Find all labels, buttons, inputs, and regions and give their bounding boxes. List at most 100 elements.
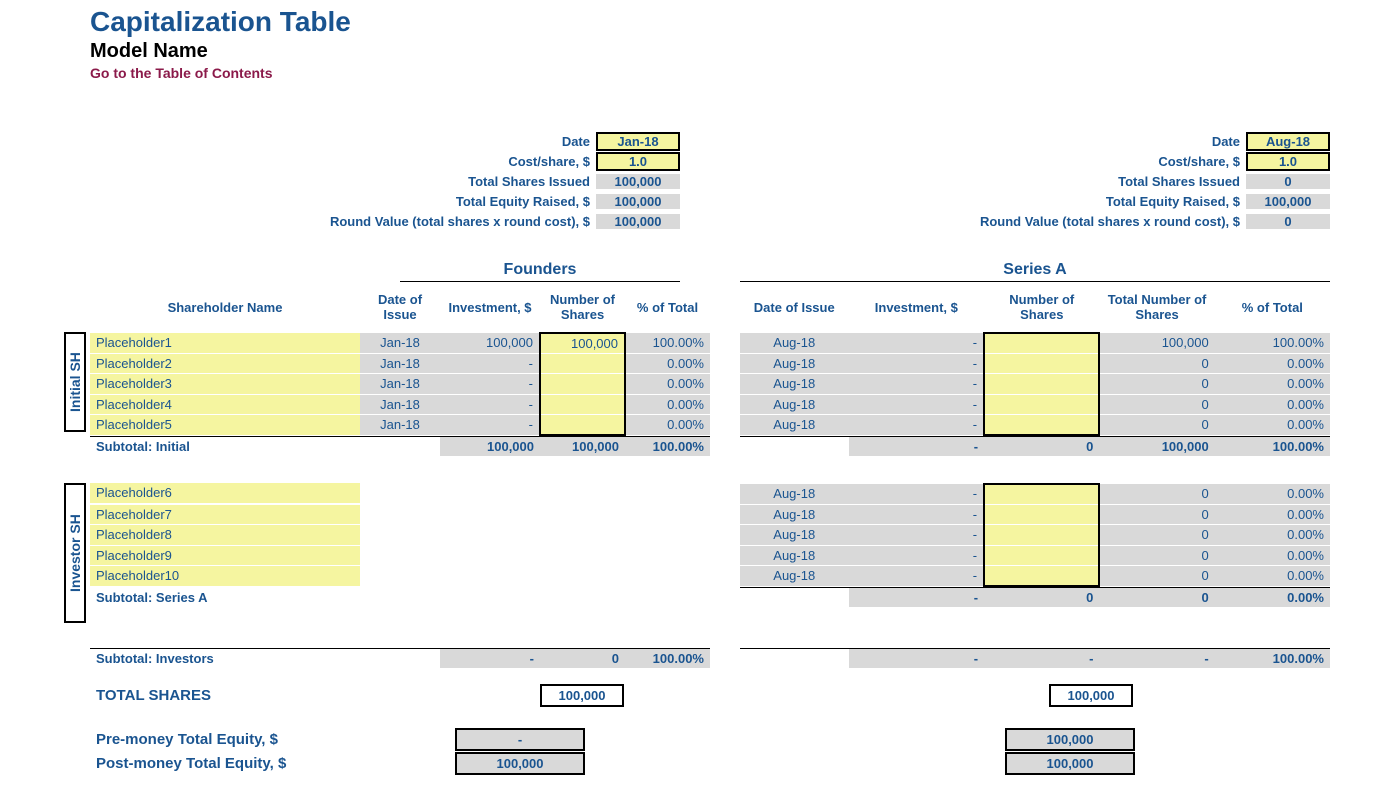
shareholder-name-input[interactable]: Placeholder7 xyxy=(90,505,360,525)
subtotal-value: 100.00% xyxy=(625,437,710,457)
equity-label: Total Equity Raised, $ xyxy=(740,194,1246,209)
date-cell: Aug-18 xyxy=(740,415,849,435)
shareholder-name-input[interactable]: Placeholder5 xyxy=(90,415,360,435)
date-cell: Jan-18 xyxy=(360,415,440,435)
founders-cost-input[interactable]: 1.0 xyxy=(596,152,680,171)
shareholder-name-input[interactable]: Placeholder6 xyxy=(90,483,360,503)
col-investment: Investment, $ xyxy=(849,282,985,332)
investment-cell: - xyxy=(849,566,985,586)
toc-link[interactable]: Go to the Table of Contents xyxy=(90,65,1376,81)
shares-label: Total Shares Issued xyxy=(90,174,596,189)
pct-cell: 0.00% xyxy=(1215,484,1330,504)
pct-cell: 0.00% xyxy=(1215,354,1330,374)
page-title: Capitalization Table xyxy=(90,6,1376,38)
col-pct: % of Total xyxy=(1215,282,1330,332)
col-pct: % of Total xyxy=(625,282,710,332)
investment-cell: - xyxy=(849,354,985,374)
shareholder-name-input[interactable]: Placeholder10 xyxy=(90,566,360,586)
subtotal-seriesa-label: Subtotal: Series A xyxy=(90,587,360,607)
numshares-input[interactable] xyxy=(540,395,625,415)
subtotal-value: 100,000 xyxy=(540,437,625,457)
col-investment: Investment, $ xyxy=(440,282,540,332)
seriesa-cost-input[interactable]: 1.0 xyxy=(1246,152,1330,171)
investment-cell: - xyxy=(849,505,985,525)
numshares-input[interactable] xyxy=(984,525,1099,545)
investment-cell: - xyxy=(849,374,985,394)
col-numshares: Number of Shares xyxy=(984,282,1099,332)
totalshares-cell: 0 xyxy=(1099,374,1214,394)
subtotal-value: 100.00% xyxy=(1215,649,1330,669)
numshares-input[interactable] xyxy=(540,374,625,394)
date-cell: Aug-18 xyxy=(740,333,849,353)
founders-summary: DateJan-18 Cost/share, $1.0 Total Shares… xyxy=(90,131,680,231)
shareholder-name-input[interactable]: Placeholder1 xyxy=(90,333,360,353)
numshares-input[interactable] xyxy=(984,374,1099,394)
date-label: Date xyxy=(90,134,596,149)
date-cell: Aug-18 xyxy=(740,566,849,586)
subtotal-value: 100.00% xyxy=(625,649,710,669)
roundval-label: Round Value (total shares x round cost),… xyxy=(740,214,1246,229)
totalshares-cell: 0 xyxy=(1099,354,1214,374)
numshares-input[interactable] xyxy=(984,546,1099,566)
totalshares-cell: 0 xyxy=(1099,566,1214,586)
pct-cell: 0.00% xyxy=(1215,374,1330,394)
numshares-input[interactable] xyxy=(540,354,625,374)
subtotal-initial-label: Subtotal: Initial xyxy=(90,437,360,457)
cost-label: Cost/share, $ xyxy=(90,154,596,169)
investment-cell: - xyxy=(440,395,540,415)
numshares-input[interactable] xyxy=(984,333,1099,353)
numshares-input[interactable] xyxy=(984,505,1099,525)
investment-cell: - xyxy=(440,374,540,394)
seriesa-shares-value: 0 xyxy=(1246,174,1330,189)
totalshares-cell: 0 xyxy=(1099,415,1214,435)
totalshares-cell: 0 xyxy=(1099,395,1214,415)
seriesa-roundval-value: 0 xyxy=(1246,214,1330,229)
shareholder-name-input[interactable]: Placeholder3 xyxy=(90,374,360,394)
seriesa-total-shares: 100,000 xyxy=(1049,684,1133,707)
pct-cell: 100.00% xyxy=(625,333,710,353)
founders-shares-value: 100,000 xyxy=(596,174,680,189)
date-cell: Aug-18 xyxy=(740,484,849,504)
seriesa-date-input[interactable]: Aug-18 xyxy=(1246,132,1330,151)
numshares-input[interactable]: 100,000 xyxy=(540,333,625,353)
seriesa-post-money: 100,000 xyxy=(1005,752,1135,775)
founders-pre-money: - xyxy=(455,728,585,751)
numshares-input[interactable] xyxy=(984,484,1099,504)
numshares-input[interactable] xyxy=(984,354,1099,374)
subtotal-value: 100.00% xyxy=(1215,437,1330,457)
cost-label: Cost/share, $ xyxy=(740,154,1246,169)
founders-date-input[interactable]: Jan-18 xyxy=(596,132,680,151)
investment-cell: 100,000 xyxy=(440,333,540,353)
investment-cell: - xyxy=(440,354,540,374)
shareholder-name-input[interactable]: Placeholder2 xyxy=(90,354,360,374)
initial-sh-label: Initial SH xyxy=(64,332,86,432)
numshares-input[interactable] xyxy=(540,415,625,435)
founders-round-title: Founders xyxy=(400,261,680,282)
date-cell: Aug-18 xyxy=(740,525,849,545)
subtotal-value: 100,000 xyxy=(440,437,540,457)
date-cell: Jan-18 xyxy=(360,354,440,374)
investment-cell: - xyxy=(849,395,985,415)
page-subtitle: Model Name xyxy=(90,40,1376,63)
shareholder-name-input[interactable]: Placeholder8 xyxy=(90,525,360,545)
investment-cell: - xyxy=(849,546,985,566)
subtotal-value: - xyxy=(440,649,540,669)
founders-total-shares: 100,000 xyxy=(540,684,624,707)
investment-cell: - xyxy=(849,415,985,435)
date-cell: Aug-18 xyxy=(740,374,849,394)
numshares-input[interactable] xyxy=(984,395,1099,415)
seriesa-equity-value: 100,000 xyxy=(1246,194,1330,209)
numshares-input[interactable] xyxy=(984,415,1099,435)
numshares-input[interactable] xyxy=(984,566,1099,586)
seriesa-pre-money: 100,000 xyxy=(1005,728,1135,751)
subtotal-value: - xyxy=(849,588,985,608)
totalshares-cell: 100,000 xyxy=(1099,333,1214,353)
shareholder-name-input[interactable]: Placeholder9 xyxy=(90,546,360,566)
totalshares-cell: 0 xyxy=(1099,546,1214,566)
founders-post-money: 100,000 xyxy=(455,752,585,775)
subtotal-value: - xyxy=(849,649,985,669)
roundval-label: Round Value (total shares x round cost),… xyxy=(90,214,596,229)
shareholder-name-input[interactable]: Placeholder4 xyxy=(90,395,360,415)
subtotal-value: 100,000 xyxy=(1099,437,1214,457)
investment-cell: - xyxy=(849,484,985,504)
